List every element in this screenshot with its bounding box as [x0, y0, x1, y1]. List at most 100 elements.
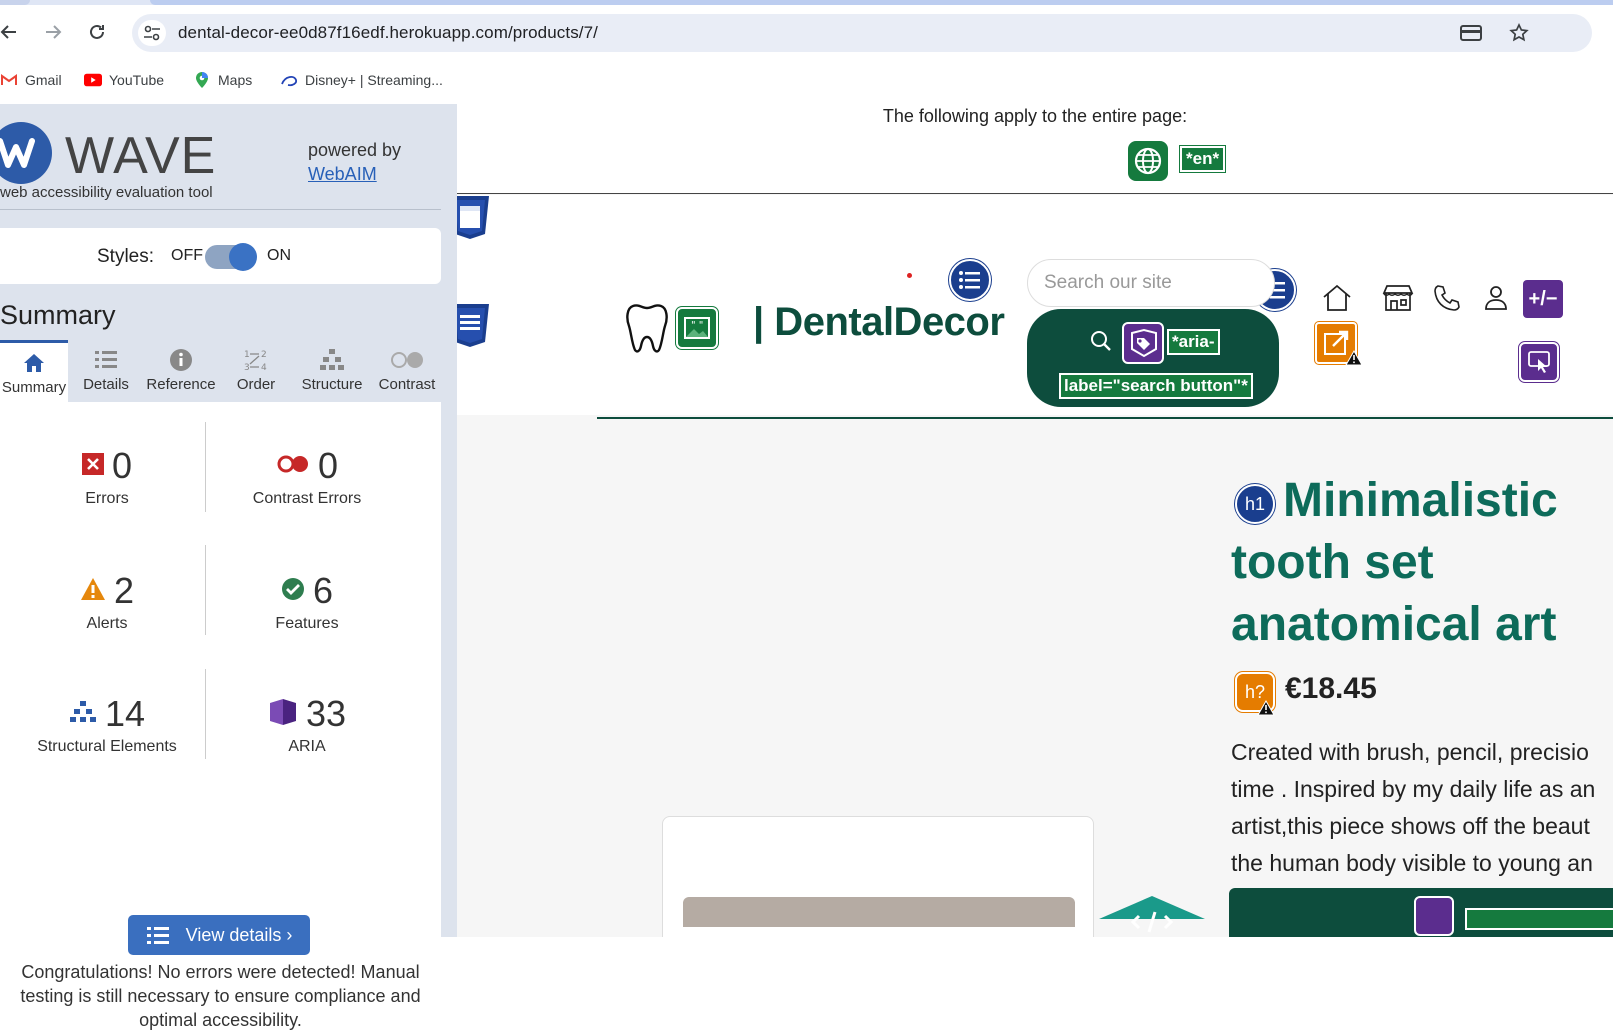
- store-icon[interactable]: [1378, 278, 1418, 318]
- stat-alerts[interactable]: 2 Alerts: [7, 569, 207, 633]
- aria-expanded-icon[interactable]: +/−: [1523, 280, 1563, 318]
- structure-icon: [69, 700, 97, 729]
- bookmark-youtube[interactable]: YouTube: [84, 70, 164, 90]
- contrast-errors-label: Contrast Errors: [252, 490, 362, 507]
- home-icon[interactable]: [1317, 278, 1357, 318]
- tab-label: Contrast: [378, 376, 436, 393]
- disney-icon: [280, 72, 298, 88]
- tab-contrast[interactable]: Contrast: [373, 340, 441, 402]
- bookmark-star-icon[interactable]: [1508, 23, 1530, 43]
- styles-toggle-knob[interactable]: [229, 243, 257, 271]
- alerts-label: Alerts: [86, 615, 128, 632]
- home-icon: [22, 347, 46, 379]
- stat-errors[interactable]: 0 Errors: [7, 444, 207, 508]
- search-icon: [1089, 329, 1113, 353]
- stat-contrast-errors[interactable]: 0 Contrast Errors: [207, 444, 407, 508]
- errors-label: Errors: [85, 490, 129, 507]
- brand-name[interactable]: | DentalDecor: [753, 300, 1005, 345]
- forward-arrow-icon: [46, 25, 62, 39]
- wave-sidebar: WAVE web accessibility evaluation tool p…: [0, 104, 457, 1030]
- aria-icon: [268, 698, 298, 731]
- product-image[interactable]: [683, 897, 1075, 927]
- css-icon[interactable]: [457, 194, 493, 240]
- aria-button-icon[interactable]: [1519, 342, 1559, 382]
- site-info-button[interactable]: [138, 20, 166, 46]
- tab-order[interactable]: 1 2 3 4 Order: [225, 340, 287, 402]
- list-icon[interactable]: [949, 259, 991, 301]
- styles-label: Styles:: [97, 246, 155, 267]
- stat-features[interactable]: 6 Features: [207, 569, 407, 633]
- aria-icon: [1414, 896, 1454, 936]
- code-icon[interactable]: [1097, 894, 1207, 937]
- phone-icon[interactable]: [1427, 278, 1467, 318]
- aria-label-tag: *aria-: [1167, 329, 1220, 355]
- view-details-label: View details ›: [185, 924, 293, 945]
- product-price: €18.45: [1285, 672, 1377, 705]
- product-title-text: Minimalistic tooth set anatomical art: [1231, 474, 1558, 651]
- card-icon[interactable]: [1460, 23, 1482, 43]
- view-details-button[interactable]: View details ›: [128, 915, 310, 955]
- styles-on-label: ON: [267, 247, 291, 264]
- red-marker: [907, 273, 912, 278]
- bookmark-label: Gmail: [25, 72, 62, 88]
- description-line: time . Inspired by my daily life as an: [1231, 776, 1596, 802]
- reload-button[interactable]: [84, 19, 110, 45]
- bookmark-gmail[interactable]: Gmail: [0, 70, 62, 90]
- product-image-card: [662, 816, 1094, 937]
- tab-summary[interactable]: Summary: [0, 340, 68, 402]
- address-bar[interactable]: dental-decor-ee0d87f16edf.herokuapp.com/…: [132, 14, 1592, 52]
- globe-icon[interactable]: [1128, 141, 1168, 181]
- bookmark-maps[interactable]: Maps: [193, 70, 252, 90]
- webaim-link[interactable]: WebAIM: [308, 164, 377, 185]
- list-structure-icon[interactable]: [457, 302, 493, 348]
- add-to-wishlist-button[interactable]: [1229, 888, 1613, 937]
- contrast-errors-count: 0: [317, 445, 339, 486]
- features-label: Features: [275, 615, 339, 632]
- stat-aria[interactable]: 33 ARIA: [207, 692, 407, 756]
- svg-text:3: 3: [244, 363, 250, 373]
- list-icon: [94, 344, 118, 376]
- language-tag[interactable]: *en*: [1178, 145, 1227, 173]
- order-icon: 1 2 3 4: [242, 344, 270, 376]
- stat-structural[interactable]: 14 Structural Elements: [7, 692, 207, 756]
- maps-icon: [193, 72, 211, 88]
- errors-count: 0: [111, 445, 133, 486]
- search-button[interactable]: *aria- label="search button"*: [1027, 309, 1279, 407]
- wave-logo-icon: [0, 122, 52, 184]
- image-alt-icon[interactable]: " ": [676, 307, 718, 349]
- reload-icon: [90, 24, 104, 39]
- youtube-icon: [84, 72, 102, 88]
- product-description: Created with brush, pencil, precisio tim…: [1231, 734, 1613, 882]
- svg-text:1: 1: [244, 350, 250, 360]
- features-count: 6: [312, 570, 334, 611]
- bookmark-disney[interactable]: Disney+ | Streaming...: [280, 70, 443, 90]
- error-icon: [81, 452, 104, 480]
- redundant-link-alert-icon[interactable]: [1315, 322, 1363, 366]
- aria-label: ARIA: [288, 738, 326, 755]
- description-line: Created with brush, pencil, precisio: [1231, 739, 1589, 765]
- tab-reference[interactable]: Reference: [141, 340, 221, 402]
- structural-count: 14: [104, 693, 146, 734]
- tab-label: Reference: [146, 376, 216, 393]
- forward-button[interactable]: [40, 19, 66, 45]
- tab-structure[interactable]: Structure: [293, 340, 371, 402]
- product-title: Minimalistic tooth set anatomical art: [1231, 470, 1613, 656]
- svg-text:" ": " ": [691, 320, 703, 331]
- url-text[interactable]: dental-decor-ee0d87f16edf.herokuapp.com/…: [178, 23, 598, 43]
- gmail-icon: [0, 72, 18, 88]
- aria-count: 33: [305, 693, 347, 734]
- user-icon[interactable]: [1476, 278, 1516, 318]
- divider: [0, 209, 441, 210]
- search-input[interactable]: Search our site: [1027, 259, 1275, 307]
- tooth-logo-icon[interactable]: [623, 301, 671, 355]
- wave-tabs: Summary Details Reference 1 2 3 4 Order Str…: [0, 340, 441, 402]
- tab-label: Summary: [1, 379, 67, 396]
- tab-label: Order: [236, 376, 276, 393]
- styles-toggle-box: Styles: OFF ON: [0, 228, 441, 284]
- possible-heading-alert-icon[interactable]: h?: [1235, 672, 1275, 716]
- bookmarks-bar: Gmail YouTube Maps Disney+ | Streaming..…: [0, 62, 1613, 98]
- aria-label-icon[interactable]: [1122, 322, 1164, 364]
- back-button[interactable]: [0, 19, 22, 45]
- page-wide-title: The following apply to the entire page:: [882, 106, 1188, 126]
- tab-details[interactable]: Details: [72, 340, 140, 402]
